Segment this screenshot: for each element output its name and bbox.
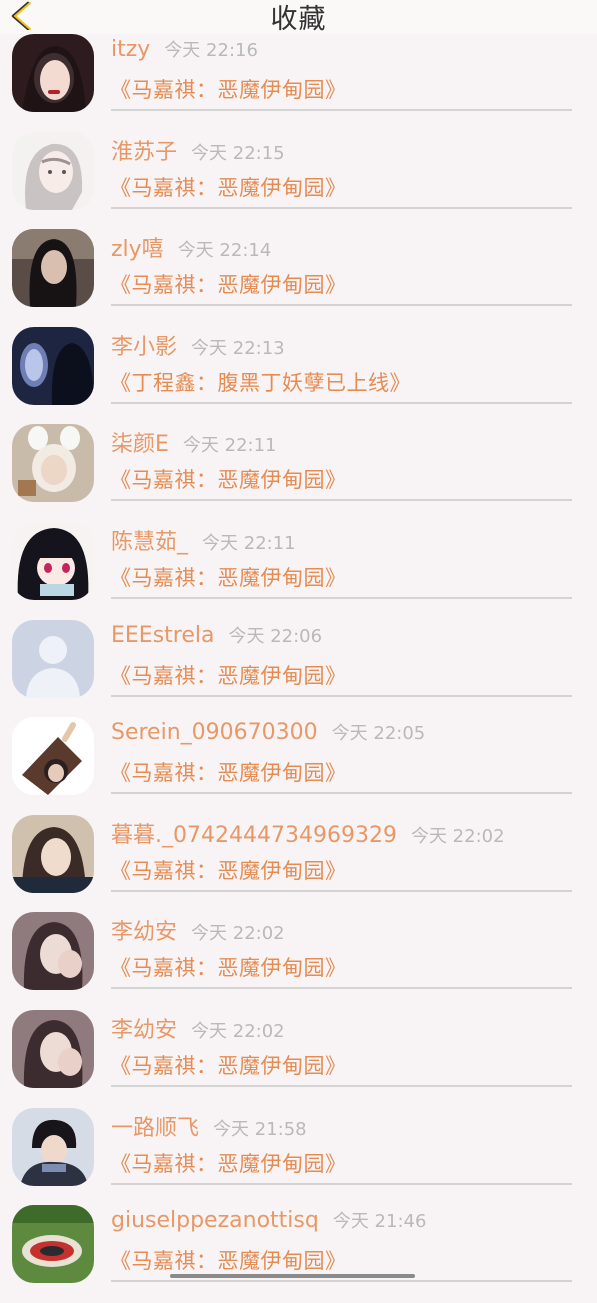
list-item[interactable]: giuselppezanottisq 今天 21:46 《马嘉祺：恶魔伊甸园》 — [0, 1205, 597, 1303]
list-item[interactable]: itzy 今天 22:16 《马嘉祺：恶魔伊甸园》 — [0, 34, 597, 132]
username[interactable]: zly嘻 — [111, 237, 164, 262]
timestamp: 今天 22:02 — [191, 1020, 285, 1042]
avatar[interactable] — [12, 326, 94, 405]
timestamp: 今天 22:02 — [410, 825, 505, 847]
username[interactable]: giuselppezanottisq — [111, 1208, 319, 1233]
divider — [111, 109, 572, 111]
avatar[interactable] — [12, 131, 94, 210]
timestamp: 今天 21:58 — [213, 1118, 307, 1140]
list-item[interactable]: zly嘻 今天 22:14 《马嘉祺：恶魔伊甸园》 — [0, 229, 597, 327]
username[interactable]: 李幼安 — [111, 920, 177, 945]
avatar[interactable] — [12, 229, 94, 308]
divider — [111, 889, 572, 892]
avatar[interactable] — [12, 912, 94, 991]
divider — [111, 499, 572, 502]
avatar[interactable] — [12, 424, 94, 503]
timestamp: 今天 22:14 — [177, 240, 272, 262]
timestamp: 今天 22:11 — [202, 532, 296, 554]
timestamp: 今天 22:06 — [228, 625, 323, 647]
username[interactable]: Serein_090670300 — [111, 720, 318, 745]
story-title[interactable]: 《马嘉祺：恶魔伊甸园》 — [110, 562, 347, 592]
username[interactable]: 李幼安 — [111, 1018, 177, 1043]
home-indicator — [170, 1274, 415, 1278]
divider — [111, 596, 572, 599]
list-item[interactable]: 李幼安 今天 22:02 《马嘉祺：恶魔伊甸园》 — [0, 912, 597, 1010]
username[interactable]: 李小影 — [111, 335, 177, 360]
avatar[interactable] — [12, 619, 94, 698]
story-title[interactable]: 《马嘉祺：恶魔伊甸园》 — [110, 1148, 347, 1178]
list-item[interactable]: 陈慧茹_ 今天 22:11 《马嘉祺：恶魔伊甸园》 — [0, 521, 597, 620]
story-title[interactable]: 《马嘉祺：恶魔伊甸园》 — [110, 464, 347, 494]
username[interactable]: 陈慧茹_ — [111, 530, 188, 555]
divider — [111, 401, 572, 404]
story-title[interactable]: 《马嘉祺：恶魔伊甸园》 — [110, 952, 347, 982]
divider — [111, 1084, 572, 1087]
username[interactable]: 暮暮._0742444734969329 — [111, 823, 397, 848]
avatar[interactable] — [12, 814, 94, 893]
list-item[interactable]: 李小影 今天 22:13 《丁程鑫：腹黑丁妖孽已上线》 — [0, 326, 597, 425]
timestamp: 今天 22:11 — [182, 435, 277, 457]
story-title[interactable]: 《马嘉祺：恶魔伊甸园》 — [110, 757, 347, 787]
avatar[interactable] — [12, 1009, 94, 1088]
divider — [111, 694, 572, 697]
avatar[interactable] — [12, 717, 94, 796]
list-item[interactable]: Serein_090670300 今天 22:05 《马嘉祺：恶魔伊甸园》 — [0, 717, 597, 815]
username[interactable]: 一路顺飞 — [111, 1116, 199, 1141]
divider — [111, 304, 572, 307]
timestamp: 今天 22:13 — [191, 337, 285, 359]
divider — [111, 1280, 572, 1283]
timestamp: 今天 21:46 — [332, 1211, 427, 1233]
favorites-list: itzy 今天 22:16 《马嘉祺：恶魔伊甸园》 淮苏子 今天 22:15 《马嘉… — [0, 34, 597, 1303]
avatar[interactable] — [12, 1107, 94, 1186]
story-title[interactable]: 《马嘉祺：恶魔伊甸园》 — [110, 660, 347, 690]
divider — [111, 987, 572, 990]
list-item[interactable]: 一路顺飞 今天 21:58 《马嘉祺：恶魔伊甸园》 — [0, 1107, 597, 1206]
story-title[interactable]: 《丁程鑫：腹黑丁妖孽已上线》 — [110, 367, 411, 397]
story-title[interactable]: 《马嘉祺：恶魔伊甸园》 — [110, 1245, 347, 1275]
timestamp: 今天 22:16 — [164, 40, 258, 61]
timestamp: 今天 22:02 — [191, 923, 285, 945]
divider — [111, 1182, 572, 1185]
story-title[interactable]: 《马嘉祺：恶魔伊甸园》 — [110, 74, 347, 104]
list-item[interactable]: 暮暮._0742444734969329 今天 22:02 《马嘉祺：恶魔伊甸园》 — [0, 814, 597, 913]
story-title[interactable]: 《马嘉祺：恶魔伊甸园》 — [110, 172, 347, 202]
list-item[interactable]: 淮苏子 今天 22:15 《马嘉祺：恶魔伊甸园》 — [0, 131, 597, 230]
username[interactable]: 柒颜E — [111, 432, 169, 457]
avatar[interactable] — [12, 521, 94, 600]
avatar[interactable] — [12, 34, 94, 112]
divider — [111, 792, 572, 795]
timestamp: 今天 22:05 — [331, 723, 426, 745]
timestamp: 今天 22:15 — [191, 142, 285, 164]
list-item[interactable]: EEEstrela 今天 22:06 《马嘉祺：恶魔伊甸园》 — [0, 619, 597, 718]
username[interactable]: itzy — [111, 37, 150, 62]
story-title[interactable]: 《马嘉祺：恶魔伊甸园》 — [110, 1050, 347, 1080]
list-item[interactable]: 柒颜E 今天 22:11 《马嘉祺：恶魔伊甸园》 — [0, 424, 597, 522]
avatar[interactable] — [12, 1205, 94, 1284]
story-title[interactable]: 《马嘉祺：恶魔伊甸园》 — [110, 855, 347, 885]
username[interactable]: EEEstrela — [111, 623, 214, 648]
story-title[interactable]: 《马嘉祺：恶魔伊甸园》 — [110, 269, 347, 299]
list-item[interactable]: 李幼安 今天 22:02 《马嘉祺：恶魔伊甸园》 — [0, 1009, 597, 1108]
username[interactable]: 淮苏子 — [111, 140, 177, 165]
divider — [111, 206, 572, 209]
navigation-bar: 收藏 — [0, 0, 597, 35]
page-title: 收藏 — [270, 4, 327, 35]
